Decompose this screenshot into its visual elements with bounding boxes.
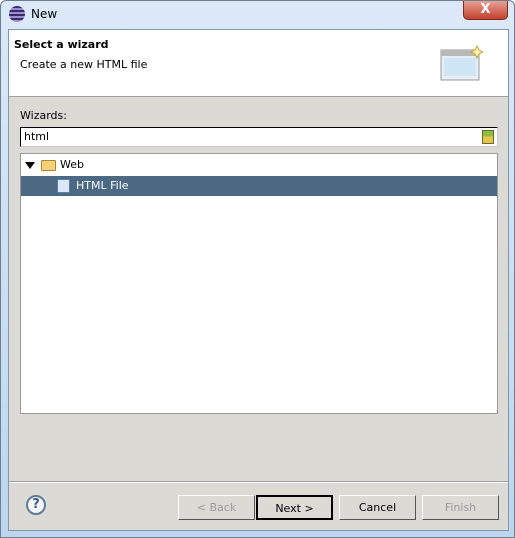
help-icon[interactable]: ? xyxy=(26,495,46,515)
wizard-banner-icon xyxy=(440,44,483,81)
wizard-tree[interactable]: Web HTML File xyxy=(20,153,498,414)
page-title: Select a wizard xyxy=(14,38,109,51)
dialog-client: Select a wizard Create a new HTML file W… xyxy=(8,29,509,531)
dialog-window: New X Select a wizard Create a new HTML … xyxy=(0,0,515,538)
finish-button[interactable]: Finish xyxy=(422,495,499,520)
tree-item-label: HTML File xyxy=(76,179,129,192)
next-button[interactable]: Next > xyxy=(256,495,333,520)
tree-item-label: Web xyxy=(60,158,84,171)
clear-filter-icon[interactable] xyxy=(482,130,494,144)
wizard-filter-input[interactable]: html xyxy=(20,127,498,147)
cancel-button[interactable]: Cancel xyxy=(339,495,416,520)
html-file-icon xyxy=(57,179,70,193)
page-description: Create a new HTML file xyxy=(20,58,148,71)
filter-value: html xyxy=(24,130,50,143)
separator xyxy=(9,481,508,483)
folder-open-icon xyxy=(41,160,56,171)
expand-toggle-icon[interactable] xyxy=(25,162,35,169)
tree-item-web[interactable]: Web xyxy=(21,155,497,175)
wizard-header: Select a wizard Create a new HTML file xyxy=(9,30,508,97)
close-button[interactable]: X xyxy=(463,1,508,20)
wizards-label: Wizards: xyxy=(20,109,67,122)
window-title: New xyxy=(31,7,58,21)
eclipse-icon xyxy=(9,6,25,22)
back-button[interactable]: < Back xyxy=(178,495,255,520)
tree-item-html-file[interactable]: HTML File xyxy=(21,176,497,196)
